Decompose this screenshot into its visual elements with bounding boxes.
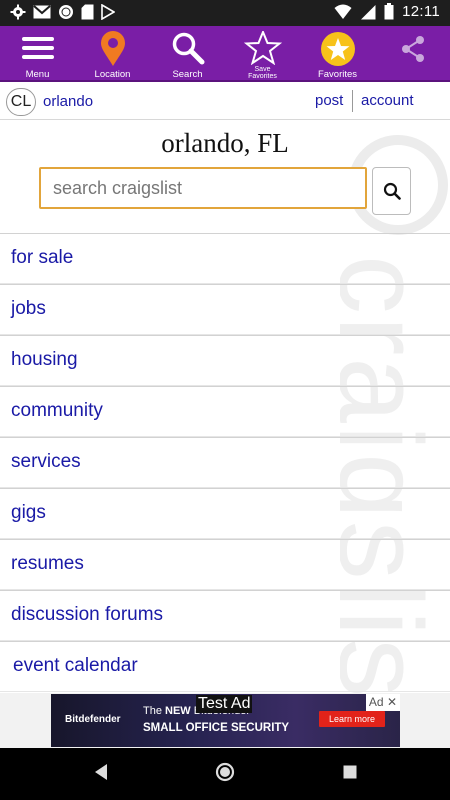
ad-learn-more-button[interactable]: Learn more: [319, 711, 385, 727]
system-nav-bar: [0, 748, 450, 800]
recents-icon[interactable]: [342, 762, 358, 782]
favorites-button[interactable]: Favorites: [300, 26, 375, 82]
category-jobs[interactable]: jobs: [0, 284, 450, 335]
location-button[interactable]: Location: [75, 26, 150, 82]
status-right-icons: 12:11: [334, 3, 440, 20]
category-label: gigs: [11, 502, 46, 523]
back-icon[interactable]: [92, 762, 110, 782]
post-link[interactable]: post: [315, 92, 343, 109]
category-discussion-forums[interactable]: discussion forums: [0, 590, 450, 641]
star-outline-icon: [243, 31, 282, 65]
menu-button[interactable]: Menu: [0, 26, 75, 82]
category-label: housing: [11, 349, 78, 370]
status-time: 12:11: [402, 3, 440, 20]
ad-choices-tag[interactable]: Ad ✕: [365, 694, 400, 711]
ad-tag-label: Ad: [368, 695, 384, 709]
share-icon: [401, 36, 424, 62]
magnifier-icon: [172, 32, 204, 65]
save-favorites-label: Save Favorites: [248, 66, 277, 80]
search-button[interactable]: [372, 167, 411, 215]
location-pin-icon: [100, 31, 125, 66]
account-link[interactable]: account: [361, 92, 414, 109]
category-event-calendar[interactable]: event calendar: [0, 641, 450, 692]
category-for-sale[interactable]: for sale: [0, 233, 450, 284]
ad-subheadline: SMALL OFFICE SECURITY: [143, 722, 290, 734]
ad-banner[interactable]: Bitdefender The NEW Bitdefender SMALL OF…: [51, 694, 400, 747]
ad-brand: Bitdefender: [65, 714, 121, 725]
category-list: for sale jobs housing community services…: [0, 233, 450, 692]
search-input[interactable]: [39, 167, 367, 209]
wifi-icon: [334, 4, 352, 19]
status-left-icons: [10, 4, 115, 20]
page-title: orlando, FL: [161, 128, 289, 158]
share-button[interactable]: [375, 26, 450, 82]
hamburger-icon: [21, 37, 54, 59]
menu-label: Menu: [25, 69, 50, 80]
category-label: for sale: [11, 247, 74, 268]
category-housing[interactable]: housing: [0, 335, 450, 386]
app-toolbar: Menu Location Search Save Favorites Favo…: [0, 26, 450, 82]
ad-close-icon[interactable]: ✕: [387, 695, 397, 709]
test-ad-label: Test Ad: [196, 695, 253, 713]
signal-icon: [361, 4, 376, 19]
location-label: Location: [94, 69, 131, 80]
category-label: services: [11, 451, 81, 472]
category-label: event calendar: [13, 655, 138, 676]
category-community[interactable]: community: [0, 386, 450, 437]
category-gigs[interactable]: gigs: [0, 488, 450, 539]
favorites-label: Favorites: [317, 69, 358, 80]
gmail-icon: [33, 5, 51, 19]
category-label: community: [11, 400, 103, 421]
category-label: resumes: [11, 553, 84, 574]
cl-logo-badge[interactable]: CL: [6, 88, 36, 116]
ad-headline-bold: NEW: [165, 705, 191, 717]
save-favorites-button[interactable]: Save Favorites: [225, 26, 300, 82]
star-filled-icon: [320, 32, 355, 66]
category-services[interactable]: services: [0, 437, 450, 488]
search-tool-button[interactable]: Search: [150, 26, 225, 82]
category-resumes[interactable]: resumes: [0, 539, 450, 590]
status-bar: 12:11: [0, 0, 450, 26]
location-header: CL orlando post account: [0, 84, 450, 120]
ad-headline-prefix: The: [143, 705, 162, 717]
circle-icon: [59, 5, 73, 19]
header-divider: [352, 90, 353, 112]
home-icon[interactable]: [215, 762, 235, 782]
sd-card-icon: [81, 4, 94, 20]
battery-icon: [384, 3, 394, 20]
category-label: discussion forums: [11, 604, 164, 625]
search-label: Search: [172, 69, 203, 80]
location-link[interactable]: orlando: [43, 93, 93, 110]
play-store-icon: [101, 4, 115, 20]
gear-icon: [10, 4, 26, 20]
category-label: jobs: [11, 298, 46, 319]
search-icon: [383, 182, 401, 200]
